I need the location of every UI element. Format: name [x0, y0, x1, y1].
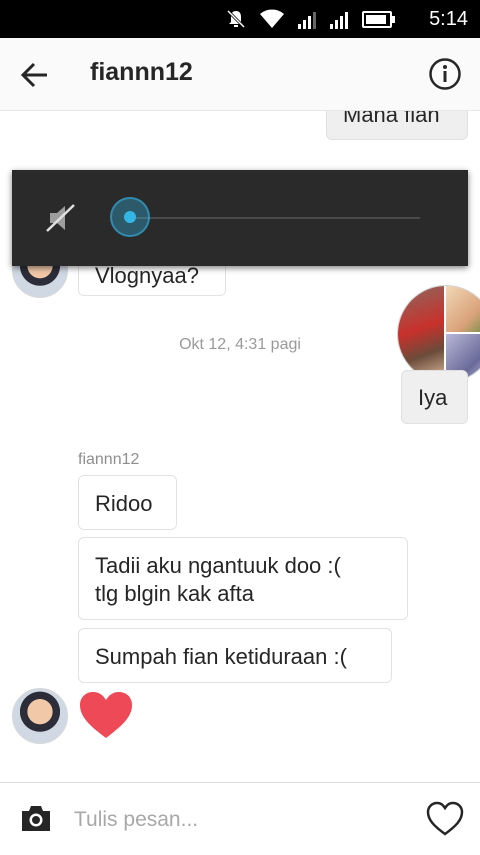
volume-overlay: [12, 170, 468, 266]
message-composer: [0, 782, 480, 855]
heart-outline-icon[interactable]: [426, 801, 464, 837]
message-text: Vlognyaa?: [95, 263, 199, 288]
clock: 5:14: [429, 8, 468, 30]
status-bar: 5:14: [0, 0, 480, 38]
volume-muted-icon[interactable]: [44, 200, 80, 236]
sender-avatar[interactable]: [12, 688, 68, 744]
status-icons: [226, 9, 395, 29]
heart-icon[interactable]: [78, 690, 134, 740]
message-bubble-incoming[interactable]: Sumpah fian ketiduraan :(: [78, 628, 392, 683]
message-input[interactable]: [72, 801, 406, 839]
sender-name: fiannn12: [78, 451, 140, 468]
signal-1-icon: [298, 11, 316, 29]
message-text: Iya: [418, 385, 448, 410]
message-bubble-incoming[interactable]: Ridoo: [78, 475, 177, 530]
volume-slider-thumb[interactable]: [110, 197, 150, 237]
signal-2-icon: [330, 11, 348, 29]
message-text: Sumpah fian ketiduraan :(: [95, 644, 347, 669]
message-text: Ridoo: [95, 491, 153, 516]
message-bubble-incoming[interactable]: Tadii aku ngantuuk doo :( tlg blgin kak …: [78, 537, 408, 620]
own-avatar[interactable]: [397, 285, 480, 383]
info-icon[interactable]: [428, 57, 462, 91]
back-arrow-icon[interactable]: [18, 58, 52, 92]
header-controls: fiannn12: [0, 38, 480, 110]
wifi-icon: [260, 9, 284, 28]
chat-title[interactable]: fiannn12: [90, 58, 193, 87]
message-text: Tadii aku ngantuuk doo :( tlg blgin kak …: [95, 553, 341, 606]
notifications-off-icon: [226, 9, 246, 29]
camera-icon[interactable]: [20, 803, 52, 833]
battery-icon: [362, 11, 395, 28]
volume-slider-track[interactable]: [132, 217, 420, 219]
message-bubble-outgoing[interactable]: Iya: [401, 370, 468, 424]
